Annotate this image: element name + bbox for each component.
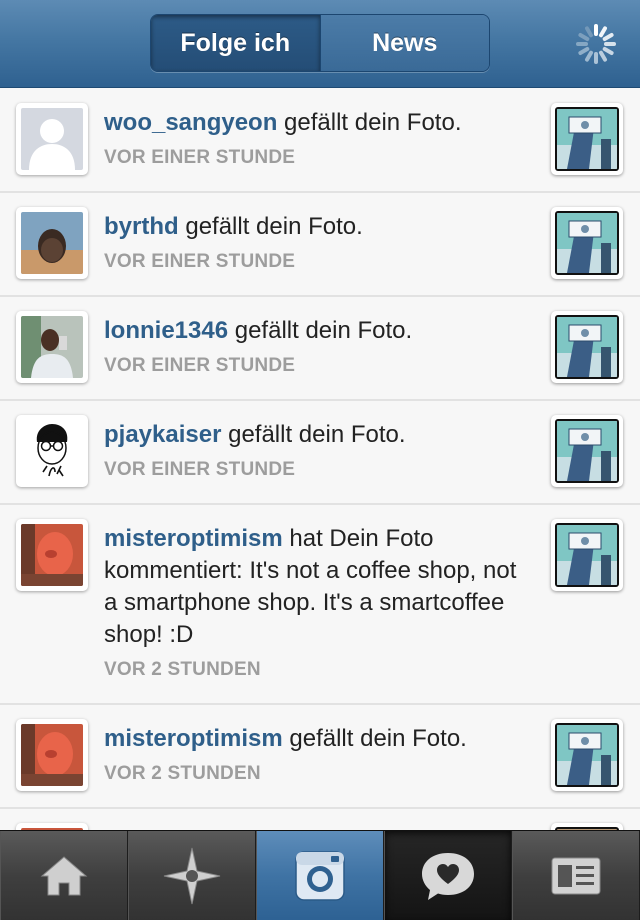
avatar[interactable] [16, 823, 88, 830]
username-link[interactable]: misteroptimism [104, 525, 283, 552]
liked-photo-image [557, 317, 617, 377]
photo-thumbnail[interactable] [551, 207, 623, 279]
timestamp: VOR 2 STUNDEN [104, 763, 261, 784]
user-photo-avatar [21, 524, 83, 586]
timestamp: VOR EINER STUNDE [104, 355, 296, 376]
username-link[interactable]: woo_sangyeon [104, 109, 277, 136]
explore-star-icon [163, 847, 221, 905]
activity-text: woo_sangyeon gefällt dein Foto. [104, 109, 462, 136]
avatar[interactable] [16, 519, 88, 591]
tab-activity[interactable] [384, 831, 512, 920]
camera-icon [295, 851, 345, 901]
tab-following[interactable]: Folge ich [151, 15, 321, 71]
activity-heart-bubble-icon [422, 853, 474, 900]
photo-thumbnail[interactable] [551, 823, 623, 830]
list-item[interactable]: lonnie1346 gefällt dein Foto. VOR EINER … [0, 297, 640, 401]
tab-profile[interactable] [512, 831, 640, 920]
photo-thumbnail[interactable] [551, 415, 623, 487]
user-drawing-avatar [21, 420, 83, 482]
tab-explore[interactable] [128, 831, 256, 920]
avatar[interactable] [16, 311, 88, 383]
list-item[interactable]: misteroptimism gefällt dein Foto. VOR 2 … [0, 705, 640, 809]
list-item[interactable]: byrthd gefällt dein Foto. VOR EINER STUN… [0, 193, 640, 297]
liked-photo-image [557, 421, 617, 481]
list-item[interactable] [0, 809, 640, 830]
timestamp: VOR EINER STUNDE [104, 251, 296, 272]
feed-segmented-control: Folge ich News [150, 14, 490, 72]
activity-text: lonnie1346 gefällt dein Foto. [104, 317, 413, 344]
user-photo-avatar [21, 724, 83, 786]
avatar[interactable] [16, 207, 88, 279]
photo-thumbnail[interactable] [551, 311, 623, 383]
timestamp: VOR EINER STUNDE [104, 147, 296, 168]
tab-news[interactable]: News [320, 15, 489, 71]
username-link[interactable]: misteroptimism [104, 725, 283, 752]
username-link[interactable]: pjaykaiser [104, 421, 221, 448]
liked-photo-image [557, 725, 617, 785]
timestamp: VOR 2 STUNDEN [104, 659, 261, 680]
activity-text: misteroptimism hat Dein Foto kommentiert… [104, 525, 517, 648]
avatar[interactable] [16, 103, 88, 175]
photo-thumbnail[interactable] [551, 519, 623, 591]
photo-thumbnail[interactable] [551, 719, 623, 791]
tab-camera[interactable] [256, 831, 384, 920]
list-item[interactable]: woo_sangyeon gefällt dein Foto. VOR EINE… [0, 89, 640, 193]
avatar[interactable] [16, 415, 88, 487]
list-item[interactable]: misteroptimism hat Dein Foto kommentiert… [0, 505, 640, 705]
username-link[interactable]: lonnie1346 [104, 317, 228, 344]
photo-thumbnail[interactable] [551, 103, 623, 175]
default-avatar-icon [21, 108, 83, 170]
user-photo-avatar [21, 316, 83, 378]
activity-text: misteroptimism gefällt dein Foto. [104, 725, 467, 752]
liked-photo-image [557, 109, 617, 169]
commented-photo-image [557, 525, 617, 585]
profile-card-icon [551, 857, 601, 895]
spinner-icon [576, 24, 616, 64]
liked-photo-image [557, 213, 617, 273]
activity-text: pjaykaiser gefällt dein Foto. [104, 421, 406, 448]
avatar[interactable] [16, 719, 88, 791]
bottom-tab-bar [0, 830, 640, 920]
activity-list: woo_sangyeon gefällt dein Foto. VOR EINE… [0, 89, 640, 830]
activity-text: byrthd gefällt dein Foto. [104, 213, 363, 240]
list-item[interactable]: pjaykaiser gefällt dein Foto. VOR EINER … [0, 401, 640, 505]
tab-home[interactable] [0, 831, 128, 920]
user-photo-avatar [21, 212, 83, 274]
home-icon [40, 856, 88, 896]
username-link[interactable]: byrthd [104, 213, 179, 240]
timestamp: VOR EINER STUNDE [104, 459, 296, 480]
top-navigation-bar: Folge ich News [0, 0, 640, 88]
